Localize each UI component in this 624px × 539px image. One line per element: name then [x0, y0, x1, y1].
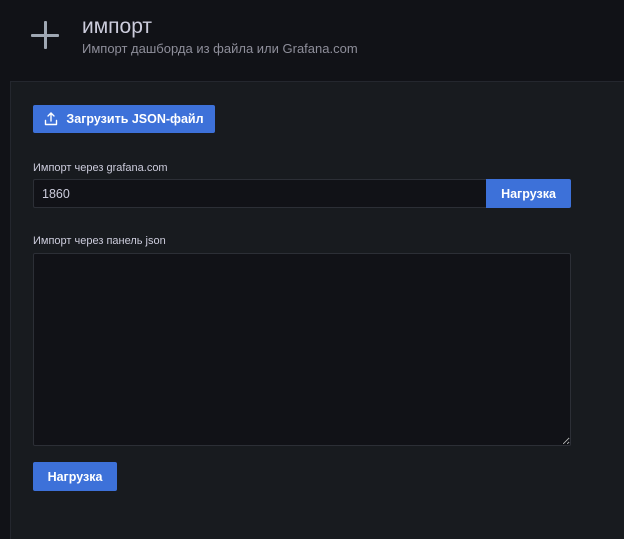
json-model-textarea[interactable] — [33, 253, 571, 446]
import-page: импорт Импорт дашборда из файла или Graf… — [0, 0, 624, 539]
upload-icon — [45, 112, 58, 126]
upload-json-button[interactable]: Загрузить JSON-файл — [33, 105, 215, 133]
import-panel: Загрузить JSON-файл Импорт через grafana… — [10, 81, 624, 539]
upload-json-button-label: Загрузить JSON-файл — [66, 112, 204, 126]
json-load-button[interactable]: Нагрузка — [33, 462, 117, 491]
page-header: импорт Импорт дашборда из файла или Graf… — [0, 0, 624, 80]
grafana-import-label: Импорт через grafana.com — [33, 162, 168, 174]
page-title: импорт — [82, 15, 153, 38]
grafana-load-button[interactable]: Нагрузка — [486, 179, 571, 208]
plus-icon — [29, 19, 61, 51]
page-subtitle: Импорт дашборда из файла или Grafana.com — [82, 41, 358, 56]
grafana-dashboard-id-input[interactable] — [33, 179, 486, 208]
json-import-label: Импорт через панель json — [33, 235, 166, 247]
